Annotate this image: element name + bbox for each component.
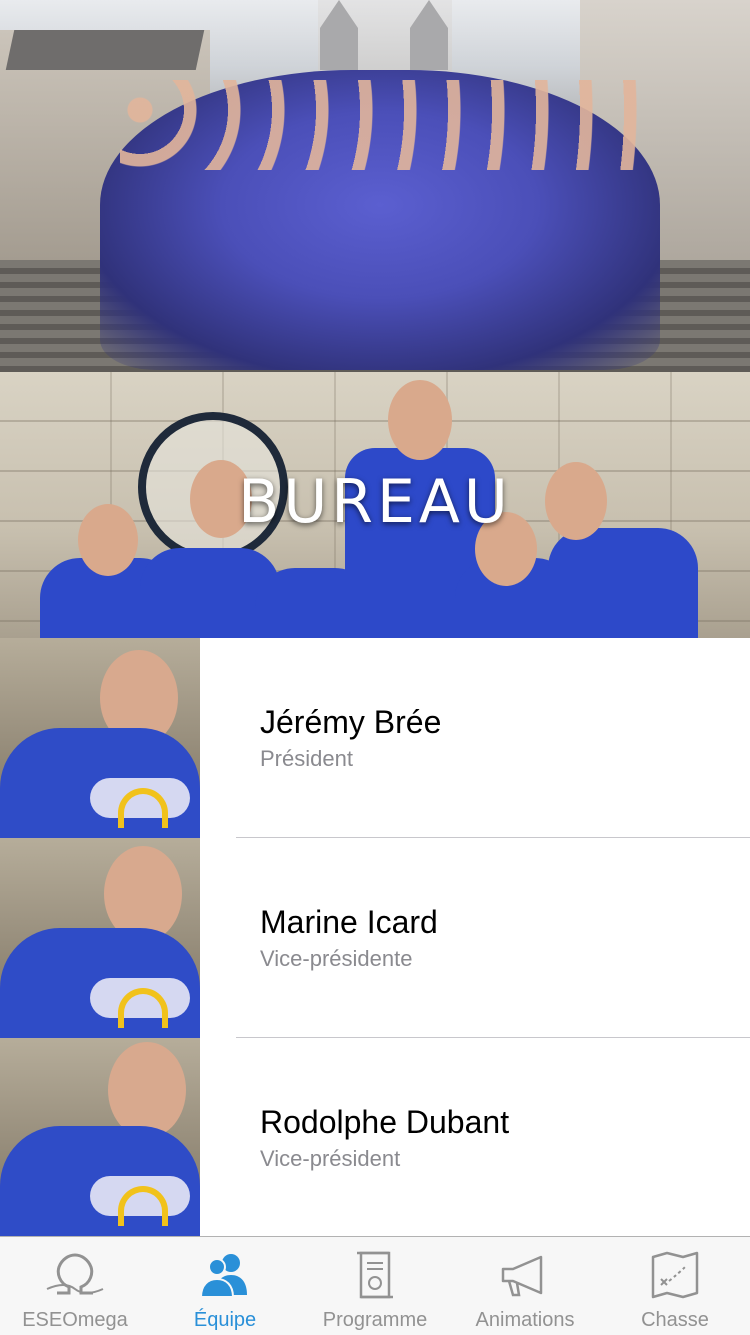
- scroll-icon: [357, 1251, 393, 1299]
- roof: [5, 30, 205, 70]
- member-photo: [0, 838, 200, 1038]
- bureau-banner: BUREAU: [0, 372, 750, 638]
- omega-icon: [46, 1253, 104, 1295]
- tab-bar: ESEOmega Équipe Programme Animations Cha…: [0, 1236, 750, 1335]
- bureau-member-figure: [548, 528, 698, 638]
- list-item[interactable]: Marine Icard Vice-présidente: [0, 838, 750, 1038]
- member-role: Président: [260, 746, 353, 771]
- tab-equipe[interactable]: Équipe: [150, 1237, 300, 1335]
- tab-label: Équipe: [193, 1309, 257, 1331]
- member-photo: [0, 1038, 200, 1236]
- tab-chasse[interactable]: Chasse: [600, 1237, 750, 1335]
- megaphone-icon: [501, 1255, 543, 1297]
- member-role: Vice-président: [260, 1146, 401, 1171]
- tab-label: Chasse: [641, 1309, 709, 1331]
- member-name: Marine Icard: [260, 904, 438, 940]
- member-face: [108, 1042, 186, 1138]
- crowd-faces: [120, 80, 640, 170]
- treasure-map-icon: [651, 1251, 699, 1299]
- member-name: Rodolphe Dubant: [260, 1104, 510, 1140]
- tab-label: Programme: [322, 1309, 428, 1331]
- member-photo: [0, 638, 200, 838]
- group-photo: [0, 0, 750, 372]
- team-icon: [199, 1254, 247, 1298]
- tab-label: Animations: [475, 1309, 575, 1331]
- member-name: Jérémy Brée: [260, 704, 442, 740]
- tab-label: ESEOmega: [22, 1309, 128, 1331]
- tab-eseomega[interactable]: ESEOmega: [0, 1237, 150, 1335]
- bureau-member-head: [388, 380, 452, 460]
- banner-title: BUREAU: [238, 467, 512, 537]
- tab-animations[interactable]: Animations: [450, 1237, 600, 1335]
- member-role: Vice-présidente: [260, 946, 413, 971]
- list-item[interactable]: Jérémy Brée Président: [0, 638, 750, 838]
- tab-programme[interactable]: Programme: [300, 1237, 450, 1335]
- list-item[interactable]: Rodolphe Dubant Vice-président: [0, 1038, 750, 1236]
